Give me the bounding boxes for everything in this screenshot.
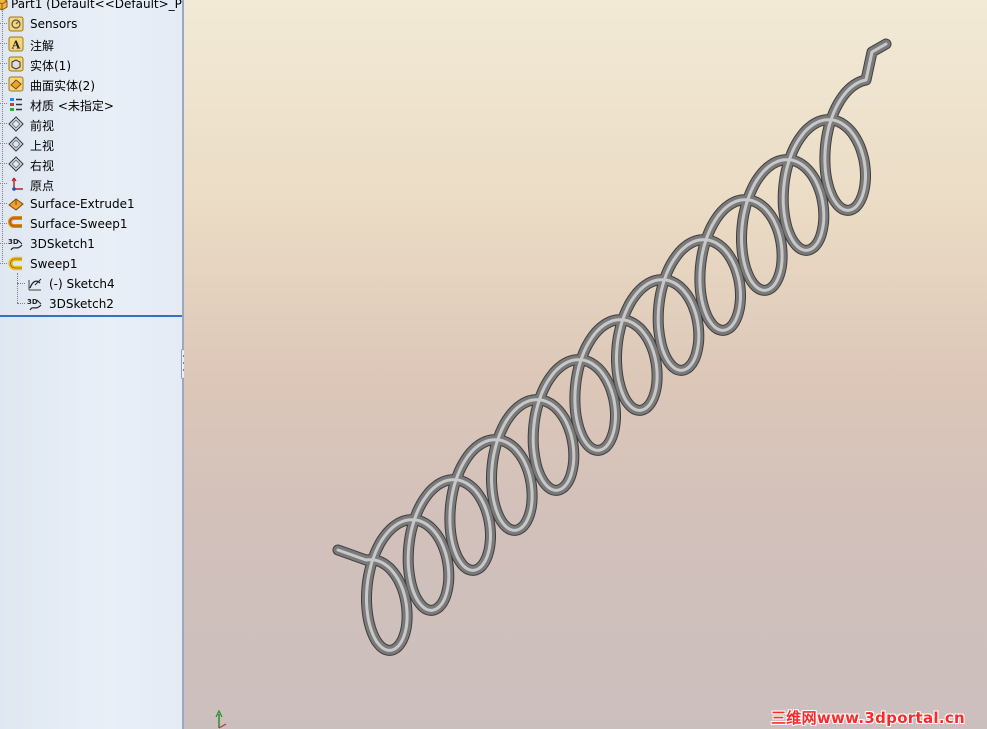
tree-connector	[0, 263, 7, 264]
tree-item-solid-bodies[interactable]: 实体(1)	[0, 54, 182, 74]
tree-connector	[0, 23, 7, 24]
tree-item-right-plane[interactable]: 右视	[0, 154, 182, 174]
tree-item-annotations[interactable]: A 注解	[0, 34, 182, 54]
tree-item-surface-extrude1[interactable]: Surface-Extrude1	[0, 194, 182, 214]
origin-icon	[8, 176, 24, 192]
tree-item-label: 3DSketch1	[30, 237, 95, 251]
material-icon	[8, 96, 24, 112]
tree-item-label: Surface-Extrude1	[30, 197, 135, 211]
tree-item-label: Sensors	[30, 17, 78, 31]
svg-text:3D: 3D	[8, 238, 19, 246]
sweep-icon	[8, 256, 24, 272]
part-icon	[0, 0, 10, 12]
tree-root-part[interactable]: Part1 (Default<<Default>_Ph	[0, 0, 182, 14]
plane-icon	[8, 156, 24, 172]
tree-item-label: Surface-Sweep1	[30, 217, 128, 231]
3dsketch-icon: 3D	[27, 296, 43, 312]
tree-item-3dsketch1[interactable]: 3D 3DSketch1	[0, 234, 182, 254]
tree-item-top-plane[interactable]: 上视	[0, 134, 182, 154]
watermark-text: 三维网www.3dportal.cn	[770, 709, 965, 727]
surface-sweep-icon	[8, 216, 24, 232]
tree-item-label: (-) Sketch4	[49, 277, 115, 291]
tree-connector	[17, 283, 25, 284]
tree-item-label: 实体(1)	[30, 59, 71, 73]
rollback-bar[interactable]	[0, 315, 182, 317]
tree-item-label: 材质 <未指定>	[30, 99, 114, 113]
tree-connector	[0, 63, 7, 64]
tree-item-sensors[interactable]: Sensors	[0, 14, 182, 34]
graphics-viewport[interactable]: 三维网www.3dportal.cn	[184, 0, 987, 729]
surface-extrude-icon	[8, 196, 24, 212]
tree-item-label: 右视	[30, 159, 55, 173]
surface-bodies-icon	[8, 76, 24, 92]
tree-item-surface-bodies[interactable]: 曲面实体(2)	[0, 74, 182, 94]
feature-manager-tree: Part1 (Default<<Default>_Ph Sensors A 注解…	[0, 0, 182, 729]
tree-item-label: 前视	[30, 119, 55, 133]
tree-item-label: Sweep1	[30, 257, 78, 271]
tree-child-3dsketch2[interactable]: 3D 3DSketch2	[0, 294, 182, 314]
tree-item-label: 注解	[30, 39, 55, 53]
tree-item-front-plane[interactable]: 前视	[0, 114, 182, 134]
tree-child-sketch4[interactable]: (-) Sketch4	[0, 274, 182, 294]
tree-connector	[17, 303, 25, 304]
tree-connector	[0, 143, 7, 144]
tree-item-material[interactable]: 材质 <未指定>	[0, 94, 182, 114]
tree-connector	[0, 123, 7, 124]
sensors-icon	[8, 16, 24, 32]
svg-text:A: A	[11, 39, 21, 52]
tree-connector	[0, 203, 7, 204]
3dsketch-icon: 3D	[8, 236, 24, 252]
tree-root-label: Part1 (Default<<Default>_Ph	[11, 0, 182, 11]
tree-connector	[0, 163, 7, 164]
tree-item-sweep1[interactable]: Sweep1	[0, 254, 182, 274]
tree-connector	[0, 43, 7, 44]
tree-item-surface-sweep1[interactable]: Surface-Sweep1	[0, 214, 182, 234]
annotations-icon: A	[8, 36, 24, 52]
coil-spring-model[interactable]	[184, 0, 987, 729]
tree-item-label: 曲面实体(2)	[30, 79, 95, 93]
svg-text:3D: 3D	[27, 298, 38, 306]
tree-item-label: 3DSketch2	[49, 297, 114, 311]
tree-connector	[0, 103, 7, 104]
plane-icon	[8, 116, 24, 132]
tree-item-label: 原点	[30, 179, 55, 193]
tree-item-origin[interactable]: 原点	[0, 174, 182, 194]
tree-connector	[0, 243, 7, 244]
tree-connector	[0, 223, 7, 224]
tree-item-label: 上视	[30, 139, 55, 153]
tree-connector	[0, 83, 7, 84]
sketch-icon	[27, 276, 43, 292]
plane-icon	[8, 136, 24, 152]
tree-connector	[0, 183, 7, 184]
reference-triad-icon	[212, 708, 232, 729]
solid-bodies-icon	[8, 56, 24, 72]
